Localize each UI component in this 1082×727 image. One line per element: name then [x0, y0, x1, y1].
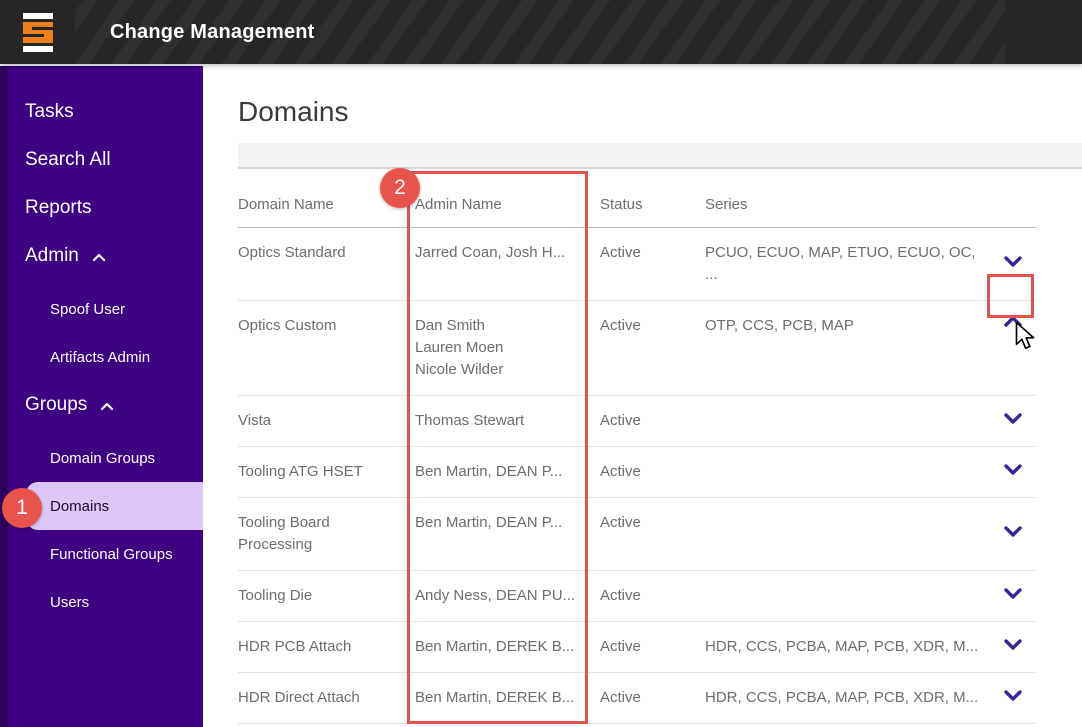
domain-name-cell: Vista [238, 412, 272, 429]
app-logo[interactable] [0, 0, 75, 64]
col-header-series: Series [705, 196, 748, 213]
sidebar-item-label: Tasks [25, 101, 74, 122]
expand-row-button[interactable] [990, 396, 1036, 446]
main-content: Domains Domain Name Admin Name Status Se… [203, 64, 1082, 727]
status-cell: Active [600, 638, 641, 655]
table-row: Tooling Die Andy Ness, DEAN PU... Active [238, 571, 1036, 622]
status-cell: Active [600, 689, 641, 706]
status-cell: Active [600, 463, 641, 480]
annotation-step-number: 2 [394, 176, 406, 199]
annotation-step-2-badge: 2 [380, 168, 420, 208]
table-row: HDR Direct Attach Ben Martin, DEREK B...… [238, 673, 1036, 724]
s-logo-icon [22, 12, 53, 52]
domain-name-cell: Optics Standard [238, 244, 346, 261]
chevron-down-icon [1002, 463, 1024, 481]
expand-row-button[interactable] [990, 447, 1036, 497]
series-cell: PCUO, ECUO, MAP, ETUO, ECUO, OC, ... [705, 244, 976, 283]
table-header-row: Domain Name Admin Name Status Series [238, 169, 1036, 228]
series-cell [705, 447, 990, 497]
chevron-down-icon [1002, 412, 1024, 430]
series-cell [705, 498, 990, 570]
table-row: Tooling ATG HSET Ben Martin, DEAN P... A… [238, 447, 1036, 498]
annotation-box-admin-name-column [407, 171, 588, 724]
sidebar-item-admin[interactable]: Admin [8, 232, 203, 280]
page-title: Domains [238, 96, 349, 127]
table-row-expanded: Optics Custom Dan Smith Lauren Moen Nico… [238, 301, 1036, 396]
sidebar-item-search-all[interactable]: Search All [8, 136, 203, 184]
expand-row-button[interactable] [990, 498, 1036, 570]
sidebar-item-label: Groups [25, 394, 88, 415]
sidebar-item-spoof-user[interactable]: Spoof User [8, 285, 203, 333]
sidebar-item-label: Admin [25, 245, 79, 266]
header-right-spacer [1005, 0, 1082, 64]
sidebar-item-groups[interactable]: Groups [8, 381, 203, 429]
expand-row-button[interactable] [990, 571, 1036, 621]
domains-table: Domain Name Admin Name Status Series Opt… [238, 169, 1036, 727]
domain-name-cell: Tooling Die [238, 587, 313, 604]
table-row: Optics Standard Jarred Coan, Josh H... A… [238, 228, 1036, 301]
series-cell [705, 396, 990, 446]
sidebar-item-label: Functional Groups [50, 545, 173, 563]
chevron-up-icon [100, 395, 114, 417]
expand-row-button[interactable] [990, 673, 1036, 723]
series-cell: HDR, CCS, PCBA, MAP, PCB, XDR, M... [705, 638, 979, 655]
title-divider-band [238, 143, 1082, 169]
chevron-down-icon [1002, 689, 1024, 707]
chevron-down-icon [1002, 525, 1024, 543]
sidebar-item-label: Users [50, 593, 90, 611]
sidebar-item-domains[interactable]: Domains [26, 482, 203, 530]
sidebar-item-users[interactable]: Users [8, 578, 203, 626]
domain-name-cell: Optics Custom [238, 317, 337, 334]
sidebar-item-reports[interactable]: Reports [8, 184, 203, 232]
series-cell [705, 571, 990, 621]
status-cell: Active [600, 317, 641, 334]
annotation-step-1-badge: 1 [2, 488, 42, 528]
domain-name-cell: HDR Direct Attach [238, 689, 360, 706]
status-cell: Active [600, 244, 641, 261]
sidebar-item-label: Artifacts Admin [50, 348, 151, 366]
mouse-cursor-icon [1015, 321, 1039, 356]
status-cell: Active [600, 412, 641, 429]
annotation-step-number: 1 [16, 496, 28, 519]
col-header-status: Status [600, 196, 643, 213]
col-header-expander [990, 169, 1036, 227]
domain-name-cell: Tooling ATG HSET [238, 463, 363, 480]
sidebar-item-domain-groups[interactable]: Domain Groups [8, 434, 203, 482]
sidebar-item-label: Domain Groups [50, 449, 156, 467]
sidebar-item-functional-groups[interactable]: Functional Groups [8, 530, 203, 578]
series-cell: HDR, CCS, PCBA, MAP, PCB, XDR, M... [705, 689, 979, 706]
series-cell: OTP, CCS, PCB, MAP [705, 317, 854, 334]
sidebar-item-artifacts-admin[interactable]: Artifacts Admin [8, 333, 203, 381]
domain-name-cell: Tooling Board Processing [238, 514, 330, 553]
sidebar-item-label: Spoof User [50, 300, 126, 318]
sidebar-item-label: Search All [25, 149, 111, 170]
app-title: Change Management [110, 20, 315, 43]
sidebar: Tasks Search All Reports Admin Spoof Use… [0, 66, 203, 727]
chevron-down-icon [1002, 255, 1024, 273]
table-row: Tooling Board Processing Ben Martin, DEA… [238, 498, 1036, 571]
sidebar-item-tasks[interactable]: Tasks [8, 88, 203, 136]
annotation-box-collapse-button [987, 274, 1034, 318]
chevron-up-icon [92, 246, 106, 268]
chevron-down-icon [1002, 587, 1024, 605]
status-cell: Active [600, 587, 641, 604]
table-row: HDR PCB Attach Ben Martin, DEREK B... Ac… [238, 622, 1036, 673]
expand-row-button[interactable] [990, 622, 1036, 672]
chevron-down-icon [1002, 638, 1024, 656]
domain-name-cell: HDR PCB Attach [238, 638, 352, 655]
sidebar-item-label: Domains [50, 497, 110, 515]
sidebar-item-label: Reports [25, 197, 92, 218]
app-header: Change Management [0, 0, 1082, 64]
status-cell: Active [600, 514, 641, 531]
table-row: Vista Thomas Stewart Active [238, 396, 1036, 447]
